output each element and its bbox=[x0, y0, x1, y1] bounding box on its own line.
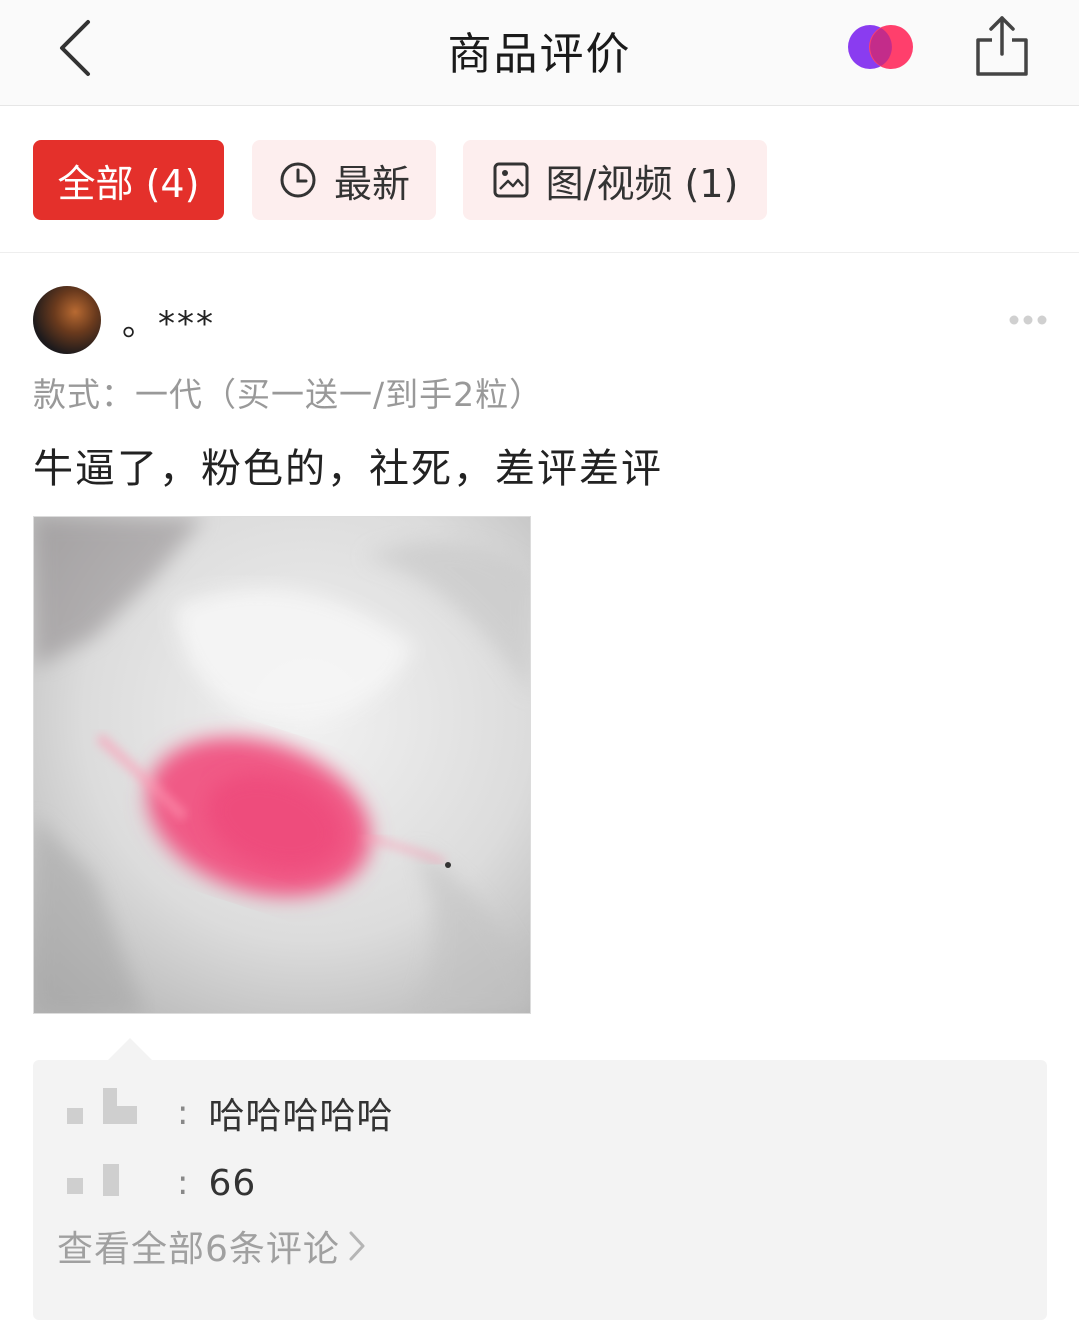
commenter-name-obscured bbox=[67, 1158, 173, 1208]
tab-all-label: 全部 (4) bbox=[57, 161, 200, 206]
avatar[interactable] bbox=[33, 286, 101, 354]
view-all-comments-link[interactable]: 查看全部6条评论 bbox=[57, 1220, 368, 1272]
comments-pointer bbox=[108, 1038, 152, 1060]
filter-bar: 全部 (4) 最新 图/视频 (1) bbox=[0, 106, 1079, 253]
tab-latest-label: 最新 bbox=[333, 161, 410, 206]
share-button[interactable] bbox=[972, 14, 1032, 80]
partner-logo-icon bbox=[848, 25, 913, 69]
chevron-right-icon bbox=[349, 1231, 365, 1261]
review-photo[interactable] bbox=[33, 516, 531, 1014]
clock-icon bbox=[280, 162, 316, 198]
image-icon bbox=[493, 162, 529, 198]
comment-text: 哈哈哈哈哈 bbox=[208, 1096, 394, 1137]
comments-panel: : 哈哈哈哈哈 : 66 查看全部6条评论 bbox=[33, 1060, 1047, 1320]
commenter-name-obscured bbox=[67, 1088, 173, 1138]
tab-media[interactable]: 图/视频 (1) bbox=[463, 140, 767, 220]
tab-all[interactable]: 全部 (4) bbox=[33, 140, 224, 220]
review-text: 牛逼了，粉色的，社死，差评差评 bbox=[33, 446, 663, 492]
review-photo-image bbox=[34, 517, 530, 1013]
tab-latest[interactable]: 最新 bbox=[252, 140, 436, 220]
tab-media-label: 图/视频 (1) bbox=[545, 161, 739, 206]
view-all-label: 查看全部6条评论 bbox=[57, 1229, 340, 1270]
share-icon bbox=[976, 16, 1028, 76]
comment-item[interactable]: : 哈哈哈哈哈 bbox=[67, 1086, 393, 1140]
navigation-bar: 商品评价 bbox=[0, 0, 1079, 106]
product-spec: 款式：一代（买一送一/到手2粒） bbox=[33, 375, 544, 414]
comment-item[interactable]: : 66 bbox=[67, 1156, 256, 1210]
partner-logo[interactable] bbox=[845, 24, 917, 70]
more-button[interactable] bbox=[1006, 310, 1050, 330]
username: 。*** bbox=[122, 304, 215, 344]
more-dots-icon bbox=[1009, 315, 1047, 325]
comment-text: 66 bbox=[208, 1162, 257, 1204]
page-title: 商品评价 bbox=[447, 29, 632, 80]
